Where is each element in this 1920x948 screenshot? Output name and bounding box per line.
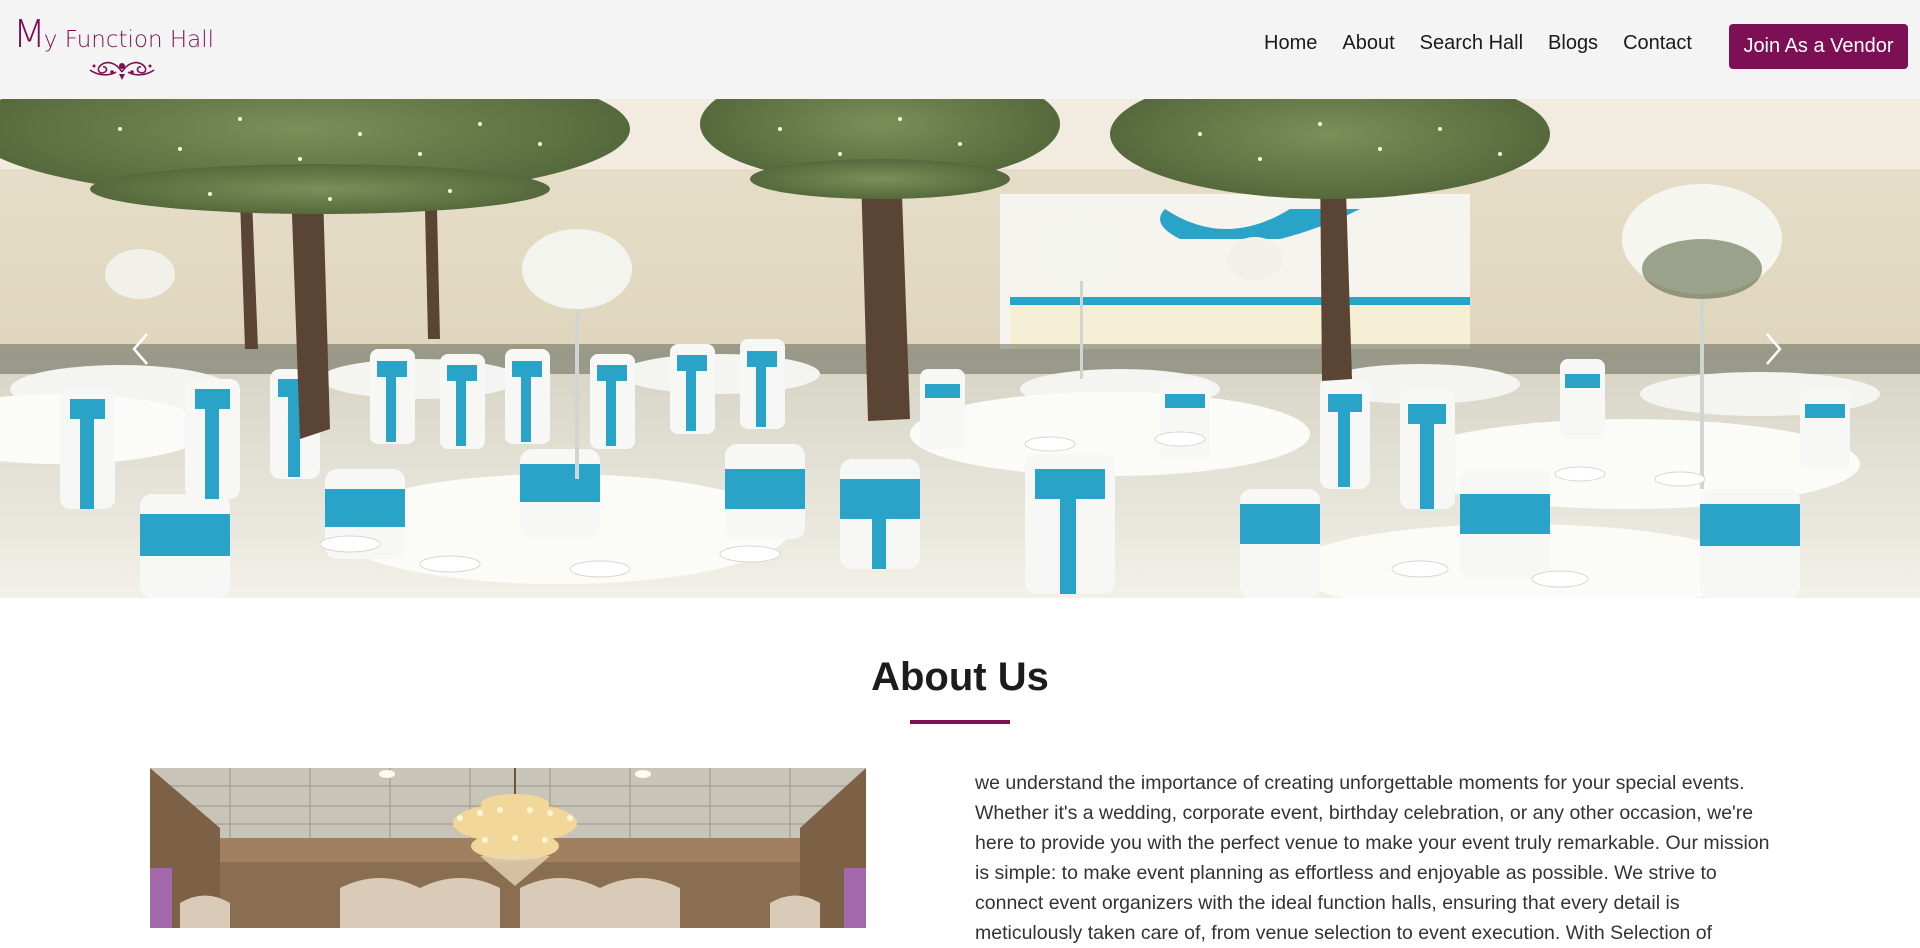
- title-underline: [910, 720, 1010, 724]
- nav-contact[interactable]: Contact: [1623, 28, 1692, 59]
- nav-about[interactable]: About: [1342, 28, 1394, 59]
- logo-text: y Function Hall: [43, 27, 215, 53]
- hero-carousel: [0, 99, 1920, 598]
- main-nav: Home About Search Hall Blogs Contact: [1239, 28, 1692, 59]
- site-logo[interactable]: My Function Hall: [13, 12, 215, 84]
- about-description: we understand the importance of creating…: [975, 772, 1770, 944]
- chandelier-hall-photo: [150, 768, 866, 928]
- nav-search-hall[interactable]: Search Hall: [1420, 28, 1523, 59]
- chevron-right-icon[interactable]: [1752, 329, 1792, 369]
- site-header: My Function Hall Home About Search Hall …: [0, 0, 1920, 99]
- nav-home[interactable]: Home: [1264, 28, 1317, 59]
- chevron-left-icon[interactable]: [122, 329, 162, 369]
- logo-initial: M: [13, 12, 46, 56]
- flourish-icon: [89, 61, 155, 80]
- nav-blogs[interactable]: Blogs: [1548, 28, 1598, 59]
- join-vendor-button[interactable]: Join As a Vendor: [1729, 24, 1908, 69]
- about-title: About Us: [871, 655, 1049, 699]
- banquet-hall-photo: [0, 99, 1920, 598]
